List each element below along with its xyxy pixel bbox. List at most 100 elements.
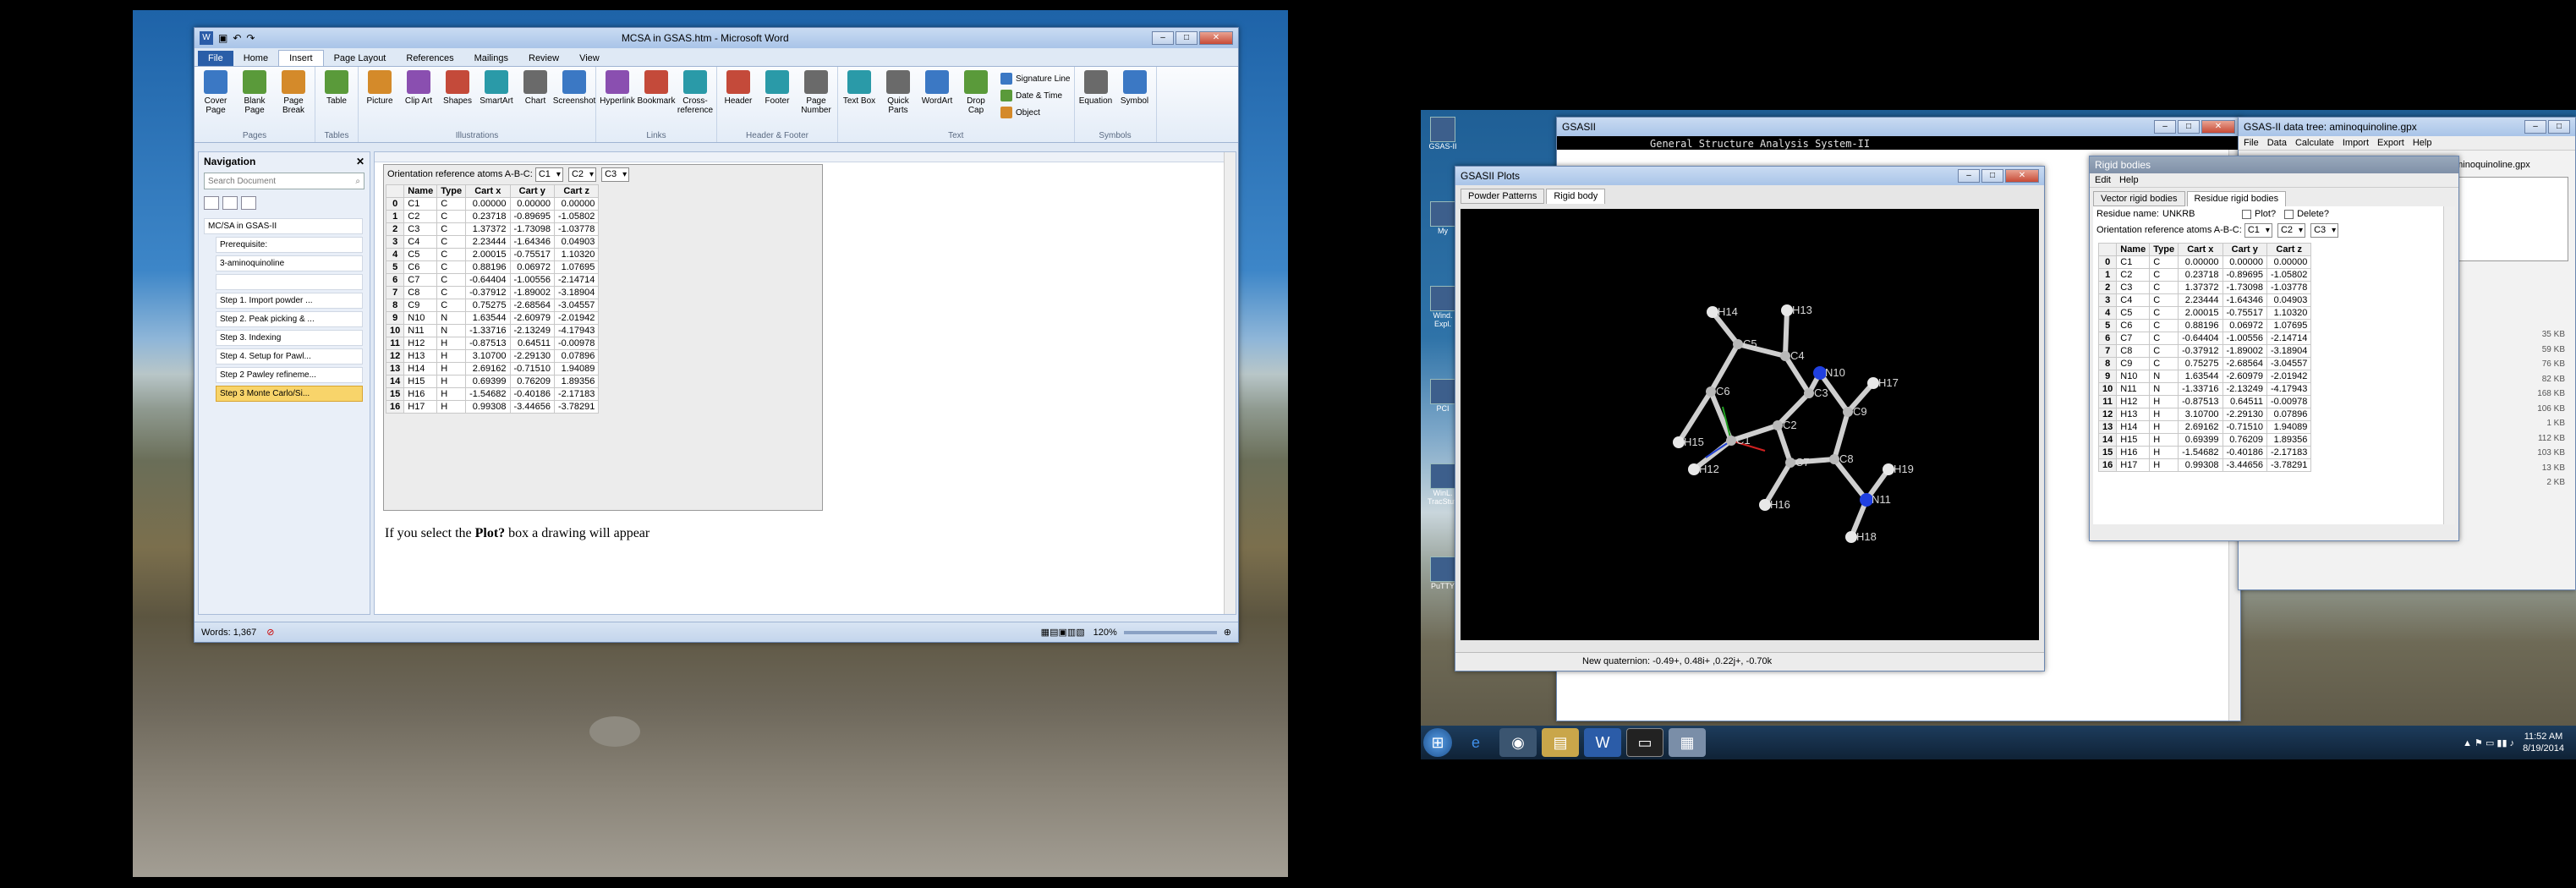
tab-vector-rigid[interactable]: Vector rigid bodies: [2093, 191, 2185, 206]
table-cell[interactable]: 0.00000: [509, 197, 555, 211]
table-cell[interactable]: C5: [403, 248, 438, 261]
table-cell[interactable]: C8: [2116, 344, 2151, 358]
table-cell[interactable]: 0.75275: [465, 299, 511, 312]
table-cell[interactable]: 1.37372: [465, 222, 511, 236]
table-cell[interactable]: -2.60979: [2222, 370, 2267, 383]
table-cell[interactable]: 2.00015: [2178, 306, 2223, 320]
page-break-button[interactable]: Page Break: [276, 70, 311, 129]
table-cell[interactable]: C1: [2116, 255, 2151, 269]
tab-home[interactable]: Home: [233, 51, 278, 66]
table-cell[interactable]: C7: [2116, 332, 2151, 345]
table-cell[interactable]: 0.04903: [2266, 293, 2312, 307]
drop-cap-button[interactable]: Drop Cap: [958, 70, 994, 129]
table-cell[interactable]: 0.06972: [2222, 319, 2267, 332]
table-cell[interactable]: -3.78291: [553, 400, 600, 414]
table-cell[interactable]: -1.89002: [509, 286, 555, 299]
table-cell[interactable]: H13: [2116, 408, 2151, 421]
save-icon[interactable]: ▣: [218, 32, 227, 44]
table-cell[interactable]: 0.06972: [509, 260, 555, 274]
table-cell[interactable]: 0.23718: [2178, 268, 2223, 282]
table-cell[interactable]: -2.13249: [509, 324, 555, 337]
table-cell[interactable]: -1.05802: [553, 210, 600, 223]
table-cell[interactable]: 0.00000: [553, 197, 600, 211]
table-cell[interactable]: -2.14714: [2266, 332, 2312, 345]
zoom-slider[interactable]: [1123, 630, 1217, 634]
gsas-max-button[interactable]: □: [2178, 120, 2200, 134]
column-header[interactable]: Cart z: [2266, 243, 2312, 256]
tab-insert[interactable]: Insert: [278, 50, 324, 66]
table-cell[interactable]: -0.64404: [465, 273, 511, 287]
header-button[interactable]: Header: [721, 70, 756, 129]
table-cell[interactable]: H: [2149, 408, 2179, 421]
close-button[interactable]: ✕: [1199, 31, 1233, 45]
table-cell[interactable]: H14: [403, 362, 438, 375]
table-cell[interactable]: -0.75517: [509, 248, 555, 261]
table-cell[interactable]: -0.40186: [2222, 446, 2267, 459]
table-cell[interactable]: C9: [2116, 357, 2151, 370]
rb-orient-b[interactable]: C2: [2277, 223, 2306, 238]
table-cell[interactable]: C8: [403, 286, 438, 299]
symbol-button[interactable]: Symbol: [1117, 70, 1153, 129]
table-cell[interactable]: 0.99308: [465, 400, 511, 414]
table-cell[interactable]: C: [2149, 268, 2179, 282]
table-cell[interactable]: -0.71510: [509, 362, 555, 375]
menu-file[interactable]: File: [2244, 138, 2259, 148]
menu-help[interactable]: Help: [2413, 138, 2432, 148]
table-cell[interactable]: 0.69399: [465, 375, 511, 388]
table-cell[interactable]: 1.10320: [2266, 306, 2312, 320]
table-cell[interactable]: 0.23718: [465, 210, 511, 223]
table-cell[interactable]: 2.23444: [465, 235, 511, 249]
doc-scrollbar[interactable]: [1224, 152, 1236, 614]
equation-button[interactable]: Equation: [1078, 70, 1114, 129]
nav-heading-item[interactable]: [216, 274, 363, 290]
blank-page-button[interactable]: Blank Page: [237, 70, 272, 129]
word-taskbar-icon[interactable]: W: [1584, 728, 1621, 757]
rb-scrollbar[interactable]: [2443, 206, 2455, 524]
table-cell[interactable]: C: [436, 273, 467, 287]
table-cell[interactable]: C: [436, 235, 467, 249]
cover-page-button[interactable]: Cover Page: [198, 70, 233, 129]
clip-art-button[interactable]: Clip Art: [401, 70, 436, 129]
nav-search-input[interactable]: Search Document: [208, 177, 355, 186]
table-cell[interactable]: C1: [403, 197, 438, 211]
view-buttons-icon[interactable]: ▦▤▣▥▧: [1041, 627, 1085, 638]
smartart-button[interactable]: SmartArt: [479, 70, 514, 129]
table-cell[interactable]: C3: [2116, 281, 2151, 294]
table-cell[interactable]: 0.00000: [2266, 255, 2312, 269]
shapes-button[interactable]: Shapes: [440, 70, 475, 129]
table-cell[interactable]: 0.07896: [2266, 408, 2312, 421]
menu-export[interactable]: Export: [2377, 138, 2404, 148]
table-cell[interactable]: 1.89356: [553, 375, 600, 388]
table-cell[interactable]: -1.64346: [509, 235, 555, 249]
zoom-level[interactable]: 120%: [1093, 628, 1117, 638]
page-number-button[interactable]: Page Number: [798, 70, 834, 129]
search-icon[interactable]: ⌕: [355, 177, 360, 186]
tab-powder-patterns[interactable]: Powder Patterns: [1461, 189, 1545, 204]
gsas-taskbar-icon[interactable]: ▦: [1669, 728, 1706, 757]
table-cell[interactable]: 0.07896: [553, 349, 600, 363]
bookmark-button[interactable]: Bookmark: [638, 70, 676, 129]
quick-parts-button[interactable]: Quick Parts: [880, 70, 916, 129]
nav-heading-item[interactable]: Step 2. Peak picking & ...: [216, 311, 363, 327]
table-cell[interactable]: C: [2149, 255, 2179, 269]
table-cell[interactable]: -0.87513: [465, 337, 511, 350]
table-cell[interactable]: -0.40186: [509, 387, 555, 401]
browse-headings-icon[interactable]: [204, 196, 219, 210]
table-cell[interactable]: -1.03778: [553, 222, 600, 236]
table-cell[interactable]: 1.07695: [553, 260, 600, 274]
table-cell[interactable]: 0.64511: [509, 337, 555, 350]
table-cell[interactable]: -3.04557: [2266, 357, 2312, 370]
text-box-button[interactable]: Text Box: [841, 70, 877, 129]
table-cell[interactable]: -2.01942: [2266, 370, 2312, 383]
column-header[interactable]: Type: [436, 184, 467, 198]
tab-page-layout[interactable]: Page Layout: [324, 51, 397, 66]
table-cell[interactable]: C6: [403, 260, 438, 274]
clock-date[interactable]: 8/19/2014: [2523, 743, 2564, 754]
rb-orient-a[interactable]: C1: [2244, 223, 2272, 238]
table-cell[interactable]: -1.54682: [2178, 446, 2223, 459]
table-cell[interactable]: C: [2149, 332, 2179, 345]
picture-button[interactable]: Picture: [362, 70, 397, 129]
table-cell[interactable]: -2.13249: [2222, 382, 2267, 396]
word-count[interactable]: Words: 1,367: [201, 628, 256, 638]
table-cell[interactable]: N10: [403, 311, 438, 325]
